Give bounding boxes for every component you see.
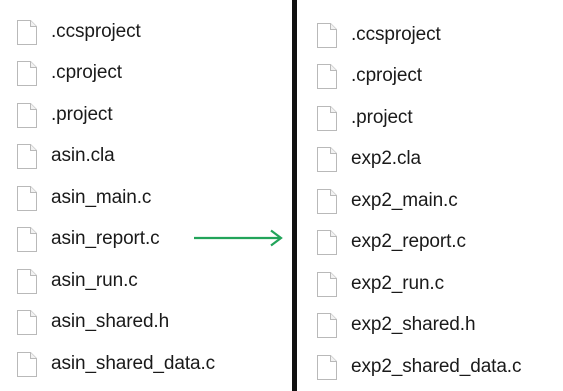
file-icon	[17, 268, 37, 294]
list-item[interactable]: asin_shared.h	[16, 307, 169, 337]
file-name: .project	[351, 107, 413, 128]
file-icon	[317, 354, 337, 380]
list-item[interactable]: exp2.cla	[316, 144, 421, 174]
list-item[interactable]: asin_run.c	[16, 266, 138, 296]
list-item[interactable]: .ccsproject	[316, 20, 441, 50]
file-icon	[317, 271, 337, 297]
file-icon	[317, 312, 337, 338]
list-item[interactable]: exp2_shared_data.c	[316, 352, 521, 382]
file-name: .ccsproject	[351, 24, 441, 45]
list-item[interactable]: asin.cla	[16, 141, 115, 171]
list-item[interactable]: exp2_main.c	[316, 186, 458, 216]
file-name: .cproject	[351, 65, 422, 86]
file-icon	[17, 309, 37, 335]
list-item[interactable]: asin_main.c	[16, 183, 151, 213]
file-name: .project	[51, 104, 113, 125]
file-icon	[17, 102, 37, 128]
divider	[292, 0, 297, 391]
file-icon	[317, 22, 337, 48]
file-icon	[17, 226, 37, 252]
file-name: asin.cla	[51, 145, 115, 166]
file-name: exp2_main.c	[351, 190, 458, 211]
file-icon	[17, 351, 37, 377]
file-icon	[317, 146, 337, 172]
file-name: exp2_shared.h	[351, 314, 476, 335]
list-item[interactable]: exp2_shared.h	[316, 310, 476, 340]
file-name: asin_report.c	[51, 228, 160, 249]
list-item[interactable]: .project	[16, 100, 113, 130]
file-name: asin_shared_data.c	[51, 353, 216, 374]
list-item[interactable]: exp2_run.c	[316, 269, 444, 299]
file-icon	[17, 143, 37, 169]
file-icon	[17, 185, 37, 211]
file-name: exp2_run.c	[351, 273, 445, 294]
file-icon	[317, 229, 337, 255]
list-item[interactable]: asin_shared_data.c	[16, 349, 215, 379]
file-name: asin_main.c	[51, 187, 152, 208]
list-item[interactable]: .ccsproject	[16, 17, 141, 47]
file-name: asin_shared.h	[51, 311, 170, 332]
file-icon	[317, 63, 337, 89]
file-name: .cproject	[51, 62, 122, 83]
file-icon	[17, 60, 37, 86]
file-icon	[17, 19, 37, 45]
file-name: exp2_report.c	[351, 231, 466, 252]
file-icon	[317, 105, 337, 131]
list-item[interactable]: exp2_report.c	[316, 227, 466, 257]
file-name: .ccsproject	[51, 21, 141, 42]
right-arrow-icon	[194, 229, 283, 247]
file-icon	[317, 188, 337, 214]
file-name: asin_run.c	[51, 270, 138, 291]
list-item[interactable]: asin_report.c	[16, 224, 160, 254]
list-item[interactable]: .cproject	[316, 61, 422, 91]
file-name: exp2_shared_data.c	[351, 356, 522, 377]
file-name: exp2.cla	[351, 148, 421, 169]
file-comparison: .ccsproject .cproject .project asin.cla …	[0, 0, 563, 391]
list-item[interactable]: .cproject	[16, 58, 122, 88]
list-item[interactable]: .project	[316, 103, 413, 133]
